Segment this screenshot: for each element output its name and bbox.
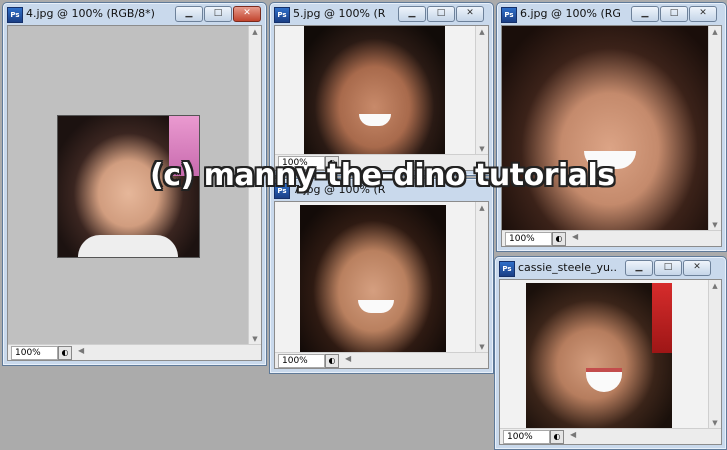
document-area: ▲ ▼ 100% ◐ ◀ — [274, 201, 489, 369]
window-title: 5.jpg @ 100% (R — [293, 7, 386, 20]
photo-image — [304, 26, 445, 155]
minimize-button[interactable]: ▁ — [631, 6, 659, 22]
zoom-field[interactable]: 100% — [11, 346, 58, 360]
maximize-button[interactable]: □ — [654, 260, 682, 276]
title-bar[interactable]: Ps 6.jpg @ 100% (RG ▁ □ ✕ — [497, 3, 726, 25]
document-window-5[interactable]: Ps 5.jpg @ 100% (R ▁ □ ✕ ▲ ▼ 100% ◐ — [269, 2, 494, 176]
canvas-area[interactable] — [502, 26, 709, 231]
navigator-icon[interactable]: ◐ — [550, 430, 564, 444]
photo-image — [300, 205, 446, 353]
photo-smile — [359, 114, 391, 126]
vertical-scrollbar[interactable]: ▲ ▼ — [708, 26, 721, 231]
photo-smile — [586, 368, 622, 392]
canvas-area[interactable] — [275, 26, 476, 155]
window-title: 6.jpg @ 100% (RG — [520, 7, 621, 20]
vertical-scrollbar[interactable]: ▲ ▼ — [708, 280, 721, 429]
maximize-button[interactable]: □ — [427, 6, 455, 22]
arrow-left-icon[interactable]: ◀ — [345, 354, 351, 363]
document-window-6[interactable]: Ps 6.jpg @ 100% (RG ▁ □ ✕ ▲ ▼ 100% ◐ ◀ — [496, 2, 727, 252]
arrow-up-icon[interactable]: ▲ — [709, 26, 721, 38]
arrow-left-icon[interactable]: ◀ — [78, 346, 84, 355]
status-bar: 100% ◐ ◀ — [500, 428, 721, 444]
arrow-up-icon[interactable]: ▲ — [709, 280, 721, 292]
minimize-button[interactable]: ▁ — [175, 6, 203, 22]
vertical-scrollbar[interactable]: ▲ ▼ — [475, 26, 488, 155]
document-area: ▲ ▼ 100% ◐ — [274, 25, 489, 171]
minimize-button[interactable]: ▁ — [625, 260, 653, 276]
zoom-field[interactable]: 100% — [278, 354, 325, 368]
photoshop-icon: Ps — [274, 7, 290, 23]
photoshop-icon: Ps — [499, 261, 515, 277]
status-bar: 100% ◐ ◀ — [8, 344, 261, 360]
title-bar[interactable]: Ps 4.jpg @ 100% (RGB/8*) ▁ □ ✕ — [3, 3, 266, 25]
photo-image — [526, 283, 672, 429]
zoom-field[interactable]: 100% — [505, 232, 552, 246]
title-bar[interactable]: Ps 5.jpg @ 100% (R ▁ □ ✕ — [270, 3, 493, 25]
maximize-button[interactable]: □ — [204, 6, 232, 22]
navigator-icon[interactable]: ◐ — [58, 346, 72, 360]
arrow-up-icon[interactable]: ▲ — [476, 26, 488, 38]
status-bar: 100% ◐ ◀ — [502, 230, 721, 246]
photo-smile — [358, 300, 394, 313]
document-area: ▲ ▼ 100% ◐ ◀ — [7, 25, 262, 361]
navigator-icon[interactable]: ◐ — [552, 232, 566, 246]
status-bar: 100% ◐ ◀ — [275, 352, 488, 368]
close-button[interactable]: ✕ — [689, 6, 717, 22]
photo-shirt — [78, 235, 178, 257]
window-title: cassie_steele_yu... — [518, 261, 618, 274]
document-area: ▲ ▼ 100% ◐ ◀ — [499, 279, 722, 445]
vertical-scrollbar[interactable]: ▲ ▼ — [475, 202, 488, 353]
close-button[interactable]: ✕ — [233, 6, 261, 22]
close-button[interactable]: ✕ — [456, 6, 484, 22]
canvas-area[interactable] — [275, 202, 476, 353]
watermark-text: (c) manny-the-dino tutorials — [150, 158, 615, 193]
zoom-field[interactable]: 100% — [503, 430, 550, 444]
navigator-icon[interactable]: ◐ — [325, 354, 339, 368]
photo-image — [502, 26, 709, 231]
arrow-up-icon[interactable]: ▲ — [476, 202, 488, 214]
document-area: ▲ ▼ 100% ◐ ◀ — [501, 25, 722, 247]
arrow-left-icon[interactable]: ◀ — [572, 232, 578, 241]
close-button[interactable]: ✕ — [683, 260, 711, 276]
document-window-7[interactable]: Ps 7.jpg @ 100% (R ▲ ▼ 100% ◐ ◀ — [269, 178, 494, 374]
photo-accent — [652, 283, 672, 353]
arrow-up-icon[interactable]: ▲ — [249, 26, 261, 38]
photoshop-icon: Ps — [501, 7, 517, 23]
minimize-button[interactable]: ▁ — [398, 6, 426, 22]
photoshop-icon: Ps — [7, 7, 23, 23]
arrow-left-icon[interactable]: ◀ — [570, 430, 576, 439]
title-bar[interactable]: Ps cassie_steele_yu... ▁ □ ✕ — [495, 257, 726, 279]
window-title: 4.jpg @ 100% (RGB/8*) — [26, 7, 155, 20]
document-window-cassie[interactable]: Ps cassie_steele_yu... ▁ □ ✕ ▲ ▼ 100% ◐ … — [494, 256, 727, 450]
canvas-area[interactable] — [500, 280, 709, 429]
maximize-button[interactable]: □ — [660, 6, 688, 22]
